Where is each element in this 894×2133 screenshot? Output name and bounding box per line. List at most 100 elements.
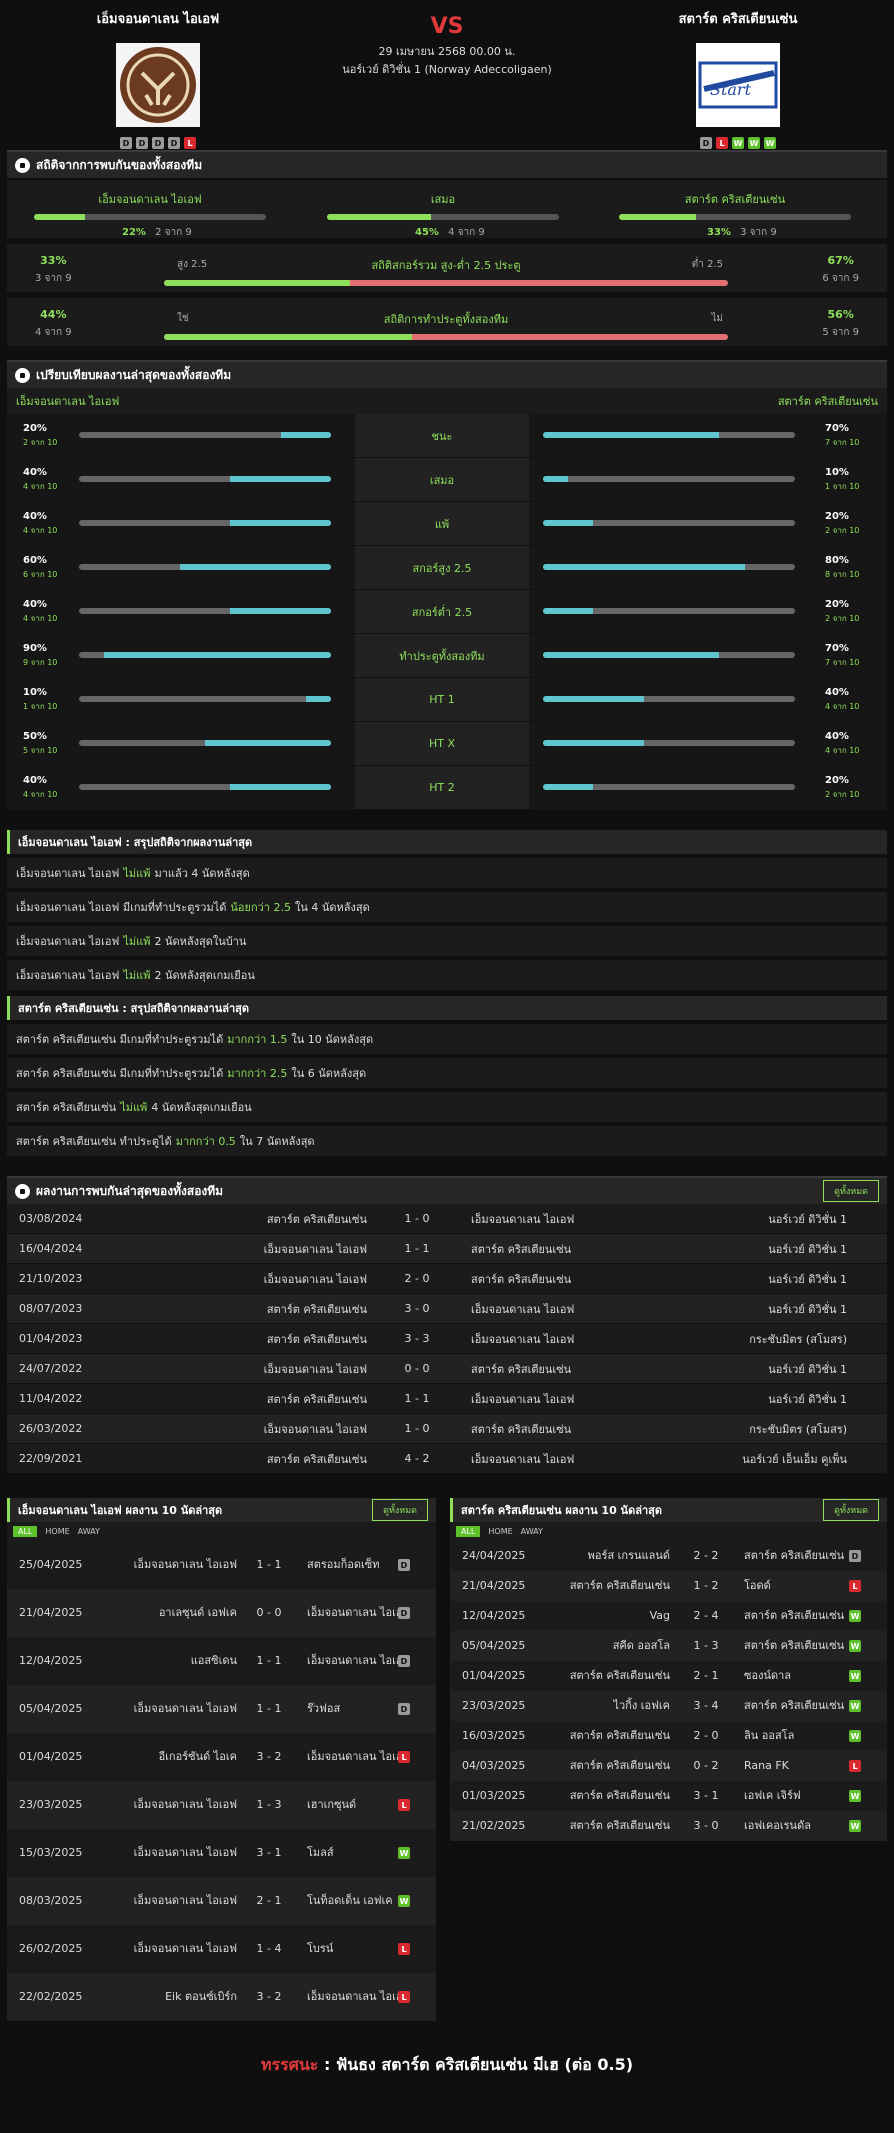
compare-home-bar-fill <box>104 652 331 658</box>
btts-left-pct: 44% <box>40 308 67 321</box>
btts-right-pct: 56% <box>827 308 854 321</box>
compare-away-pct: 40% 4 จาก 10 <box>825 731 859 757</box>
btts-title: สถิติการทำประตูทั้งสองทีม <box>383 313 509 326</box>
compare-away-side: 20% 2 จาก 10 <box>529 590 887 633</box>
home-team[interactable]: เอ็มจอนดาเลน ไอเอฟ DDDDL <box>48 8 268 149</box>
compare-home-side: 40% 4 จาก 10 <box>7 502 355 545</box>
summary-highlight: ไม่แพ้ <box>123 867 151 880</box>
compare-team-header: เอ็มจอนดาเลน ไอเอฟ สตาร์ต คริสเตียนเซ่น <box>7 388 887 414</box>
view-all-button[interactable]: ดูทั้งหมด <box>823 1499 879 1521</box>
h2h-match-row[interactable]: 11/04/2022 สตาร์ต คริสเตียนเซ่น 1 - 1 เอ็มจ… <box>7 1384 887 1414</box>
match-score: 1 - 1 <box>256 1654 282 1667</box>
last10-row[interactable]: 23/03/2025 ไวกิ้ง เอฟเค 3 - 4 สตาร์ต คริสเต… <box>450 1691 887 1721</box>
h2h-match-row[interactable]: 26/03/2022 เอ็มจอนดาเลน ไอเอฟ 1 - 0 สตาร์ต … <box>7 1414 887 1444</box>
h2h-match-row[interactable]: 21/10/2023 เอ็มจอนดาเลน ไอเอฟ 2 - 0 สตาร์ต … <box>7 1264 887 1294</box>
h2h-match-row[interactable]: 22/09/2021 สตาร์ต คริสเตียนเซ่น 4 - 2 เอ็มจ… <box>7 1444 887 1474</box>
tab-away[interactable]: AWAY <box>78 1527 100 1536</box>
view-all-button[interactable]: ดูทั้งหมด <box>823 1180 879 1202</box>
last10-row[interactable]: 04/03/2025 สตาร์ต คริสเตียนเซ่น 0 - 2 Rana … <box>450 1751 887 1781</box>
last10-row[interactable]: 26/02/2025 เอ็มจอนดาเลน ไอเอฟ 1 - 4 โบรน์ L <box>7 1925 436 1973</box>
last10-row[interactable]: 01/03/2025 สตาร์ต คริสเตียนเซ่น 3 - 1 เอฟเค… <box>450 1781 887 1811</box>
compare-home-count: 9 จาก 10 <box>23 658 58 667</box>
match-home-team: สตาร์ต คริสเตียนเซ่น <box>569 1669 670 1682</box>
last10-row[interactable]: 15/03/2025 เอ็มจอนดาเลน ไอเอฟ 3 - 1 โมลส์ W <box>7 1829 436 1877</box>
match-score: 2 - 0 <box>404 1272 430 1285</box>
h2h-match-row[interactable]: 16/04/2024 เอ็มจอนดาเลน ไอเอฟ 1 - 1 สตาร์ต … <box>7 1234 887 1264</box>
away-team[interactable]: สตาร์ต คริสเตียนเซ่น Start DLWWW <box>628 8 848 149</box>
h2h-match-row[interactable]: 03/08/2024 สตาร์ต คริสเตียนเซ่น 1 - 0 เอ็มจ… <box>7 1204 887 1234</box>
compare-home-bar-fill <box>305 696 331 702</box>
tab-home[interactable]: HOME <box>45 1527 69 1536</box>
compare-label: แพ้ <box>355 502 529 545</box>
away-team-logo: Start <box>696 43 780 127</box>
summary-tail: ใน 10 นัดหลังสุด <box>291 1033 374 1046</box>
view-all-button[interactable]: ดูทั้งหมด <box>372 1499 428 1521</box>
home-last10-title-text: เอ็มจอนดาเลน ไอเอฟ ผลงาน 10 นัดล่าสุด <box>18 1504 223 1517</box>
compare-home-count: 5 จาก 10 <box>23 746 58 755</box>
compare-away-bar-fill <box>543 608 594 614</box>
match-home-team: เอ็มจอนดาเลน ไอเอฟ <box>133 1702 237 1715</box>
h2h-draw-label: เสมอ <box>430 193 456 206</box>
match-competition: นอร์เวย์ เอ็นเอ็ม คูเพ็น <box>742 1452 847 1466</box>
last10-row[interactable]: 12/04/2025 Vag 2 - 4 สตาร์ต คริสเตียนเซ่น W <box>450 1601 887 1631</box>
last10-row[interactable]: 08/03/2025 เอ็มจอนดาเลน ไอเอฟ 2 - 1 โนท็อดเ… <box>7 1877 436 1925</box>
last10-row[interactable]: 12/04/2025 แอสซิเดน 1 - 1 เอ็มจอนดาเลน ไอเอ… <box>7 1637 436 1685</box>
result-badge: D <box>398 1703 410 1715</box>
compare-home-side: 50% 5 จาก 10 <box>7 722 355 765</box>
last10-row[interactable]: 24/04/2025 พอร์ส เกรนแลนด์ 2 - 2 สตาร์ต คริ… <box>450 1541 887 1571</box>
tab-away[interactable]: AWAY <box>521 1527 543 1536</box>
compare-row: 40% 4 จาก 10 HT 2 20% 2 จาก 10 <box>7 766 887 810</box>
compare-home-side: 40% 4 จาก 10 <box>7 766 355 809</box>
match-competition: นอร์เวย์ ดิวิชั่น 1 <box>768 1272 847 1286</box>
match-date: 24/07/2022 <box>19 1362 83 1375</box>
ou-title: สถิติสกอร์รวม สูง-ต่ำ 2.5 ประตู <box>371 259 521 272</box>
summary-tail: ใน 4 นัดหลังสุด <box>294 901 370 914</box>
compare-away-bar-fill <box>543 520 594 526</box>
compare-home-bar <box>79 520 331 526</box>
compare-home-bar <box>79 564 331 570</box>
match-home-team: สคีด ออสโล <box>612 1639 670 1652</box>
h2h-home-col: เอ็มจอนดาเลน ไอเอฟ 22% 2 จาก 9 <box>34 190 266 240</box>
match-competition: นอร์เวย์ ดิวิชั่น 1 <box>768 1362 847 1376</box>
h2h-match-row[interactable]: 08/07/2023 สตาร์ต คริสเตียนเซ่น 3 - 0 เอ็มจ… <box>7 1294 887 1324</box>
last10-row[interactable]: 16/03/2025 สตาร์ต คริสเตียนเซ่น 2 - 0 ลิน อ… <box>450 1721 887 1751</box>
tab-home[interactable]: HOME <box>488 1527 512 1536</box>
last10-row[interactable]: 01/04/2025 สตาร์ต คริสเตียนเซ่น 2 - 1 ซองน์… <box>450 1661 887 1691</box>
match-home-team: แอสซิเดน <box>190 1654 237 1667</box>
last10-row[interactable]: 22/02/2025 Eik ตอนซ์เบิร์ก 3 - 2 เอ็มจอนดาเ… <box>7 1973 436 2021</box>
last10-row[interactable]: 21/02/2025 สตาร์ต คริสเตียนเซ่น 3 - 0 เอฟเค… <box>450 1811 887 1841</box>
match-info: VS 29 เมษายน 2568 00.00 น. นอร์เวย์ ดิวิ… <box>300 14 594 79</box>
home-form: DDDDL <box>48 137 268 149</box>
ou-bar <box>164 280 728 286</box>
compare-away-bar <box>543 696 795 702</box>
result-badge: L <box>398 1943 410 1955</box>
last10-row[interactable]: 21/04/2025 สตาร์ต คริสเตียนเซ่น 1 - 2 โอดด์… <box>450 1571 887 1601</box>
last10-row[interactable]: 25/04/2025 เอ็มจอนดาเลน ไอเอฟ 1 - 1 สตรอมก็… <box>7 1541 436 1589</box>
form-badge: D <box>700 137 712 149</box>
match-score: 3 - 0 <box>404 1302 430 1315</box>
match-date: 05/04/2025 <box>19 1702 83 1715</box>
match-score: 1 - 1 <box>404 1392 430 1405</box>
match-score: 1 - 0 <box>404 1212 430 1225</box>
last10-row[interactable]: 05/04/2025 เอ็มจอนดาเลน ไอเอฟ 1 - 1 ร๊วฟอส D <box>7 1685 436 1733</box>
compare-away-bar-fill <box>543 784 594 790</box>
last10-row[interactable]: 21/04/2025 อาเลซุนด์ เอฟเค 0 - 0 เอ็มจอนดาเ… <box>7 1589 436 1637</box>
tab-all[interactable]: ALL <box>456 1526 481 1537</box>
tab-all[interactable]: ALL <box>13 1526 38 1537</box>
compare-away-name: สตาร์ต คริสเตียนเซ่น <box>777 395 878 408</box>
h2h-match-row[interactable]: 01/04/2023 สตาร์ต คริสเตียนเซ่น 3 - 3 เอ็มจ… <box>7 1324 887 1354</box>
last10-row[interactable]: 01/04/2025 อีเกอร์ซันด์ ไอเค 3 - 2 เอ็มจอนด… <box>7 1733 436 1781</box>
match-date: 05/04/2025 <box>462 1639 526 1652</box>
h2h-away-pct: 33% <box>707 227 731 238</box>
match-date: 26/02/2025 <box>19 1942 83 1955</box>
compare-away-bar-fill <box>543 740 644 746</box>
last10-row[interactable]: 23/03/2025 เอ็มจอนดาเลน ไอเอฟ 1 - 3 เฮาเกซุ… <box>7 1781 436 1829</box>
compare-away-side: 40% 4 จาก 10 <box>529 678 887 721</box>
last10-row[interactable]: 05/04/2025 สคีด ออสโล 1 - 3 สตาร์ต คริสเตีย… <box>450 1631 887 1661</box>
compare-home-side: 40% 4 จาก 10 <box>7 590 355 633</box>
home-last10-title: เอ็มจอนดาเลน ไอเอฟ ผลงาน 10 นัดล่าสุด ดูท… <box>7 1498 436 1522</box>
away-last10: สตาร์ต คริสเตียนเซ่น ผลงาน 10 นัดล่าสุด ด… <box>450 1498 887 2021</box>
h2h-match-row[interactable]: 24/07/2022 เอ็มจอนดาเลน ไอเอฟ 0 - 0 สตาร์ต … <box>7 1354 887 1384</box>
h2h-draw-count: 4 จาก 9 <box>448 227 485 238</box>
match-date: 29 เมษายน 2568 00.00 น. <box>378 45 516 58</box>
